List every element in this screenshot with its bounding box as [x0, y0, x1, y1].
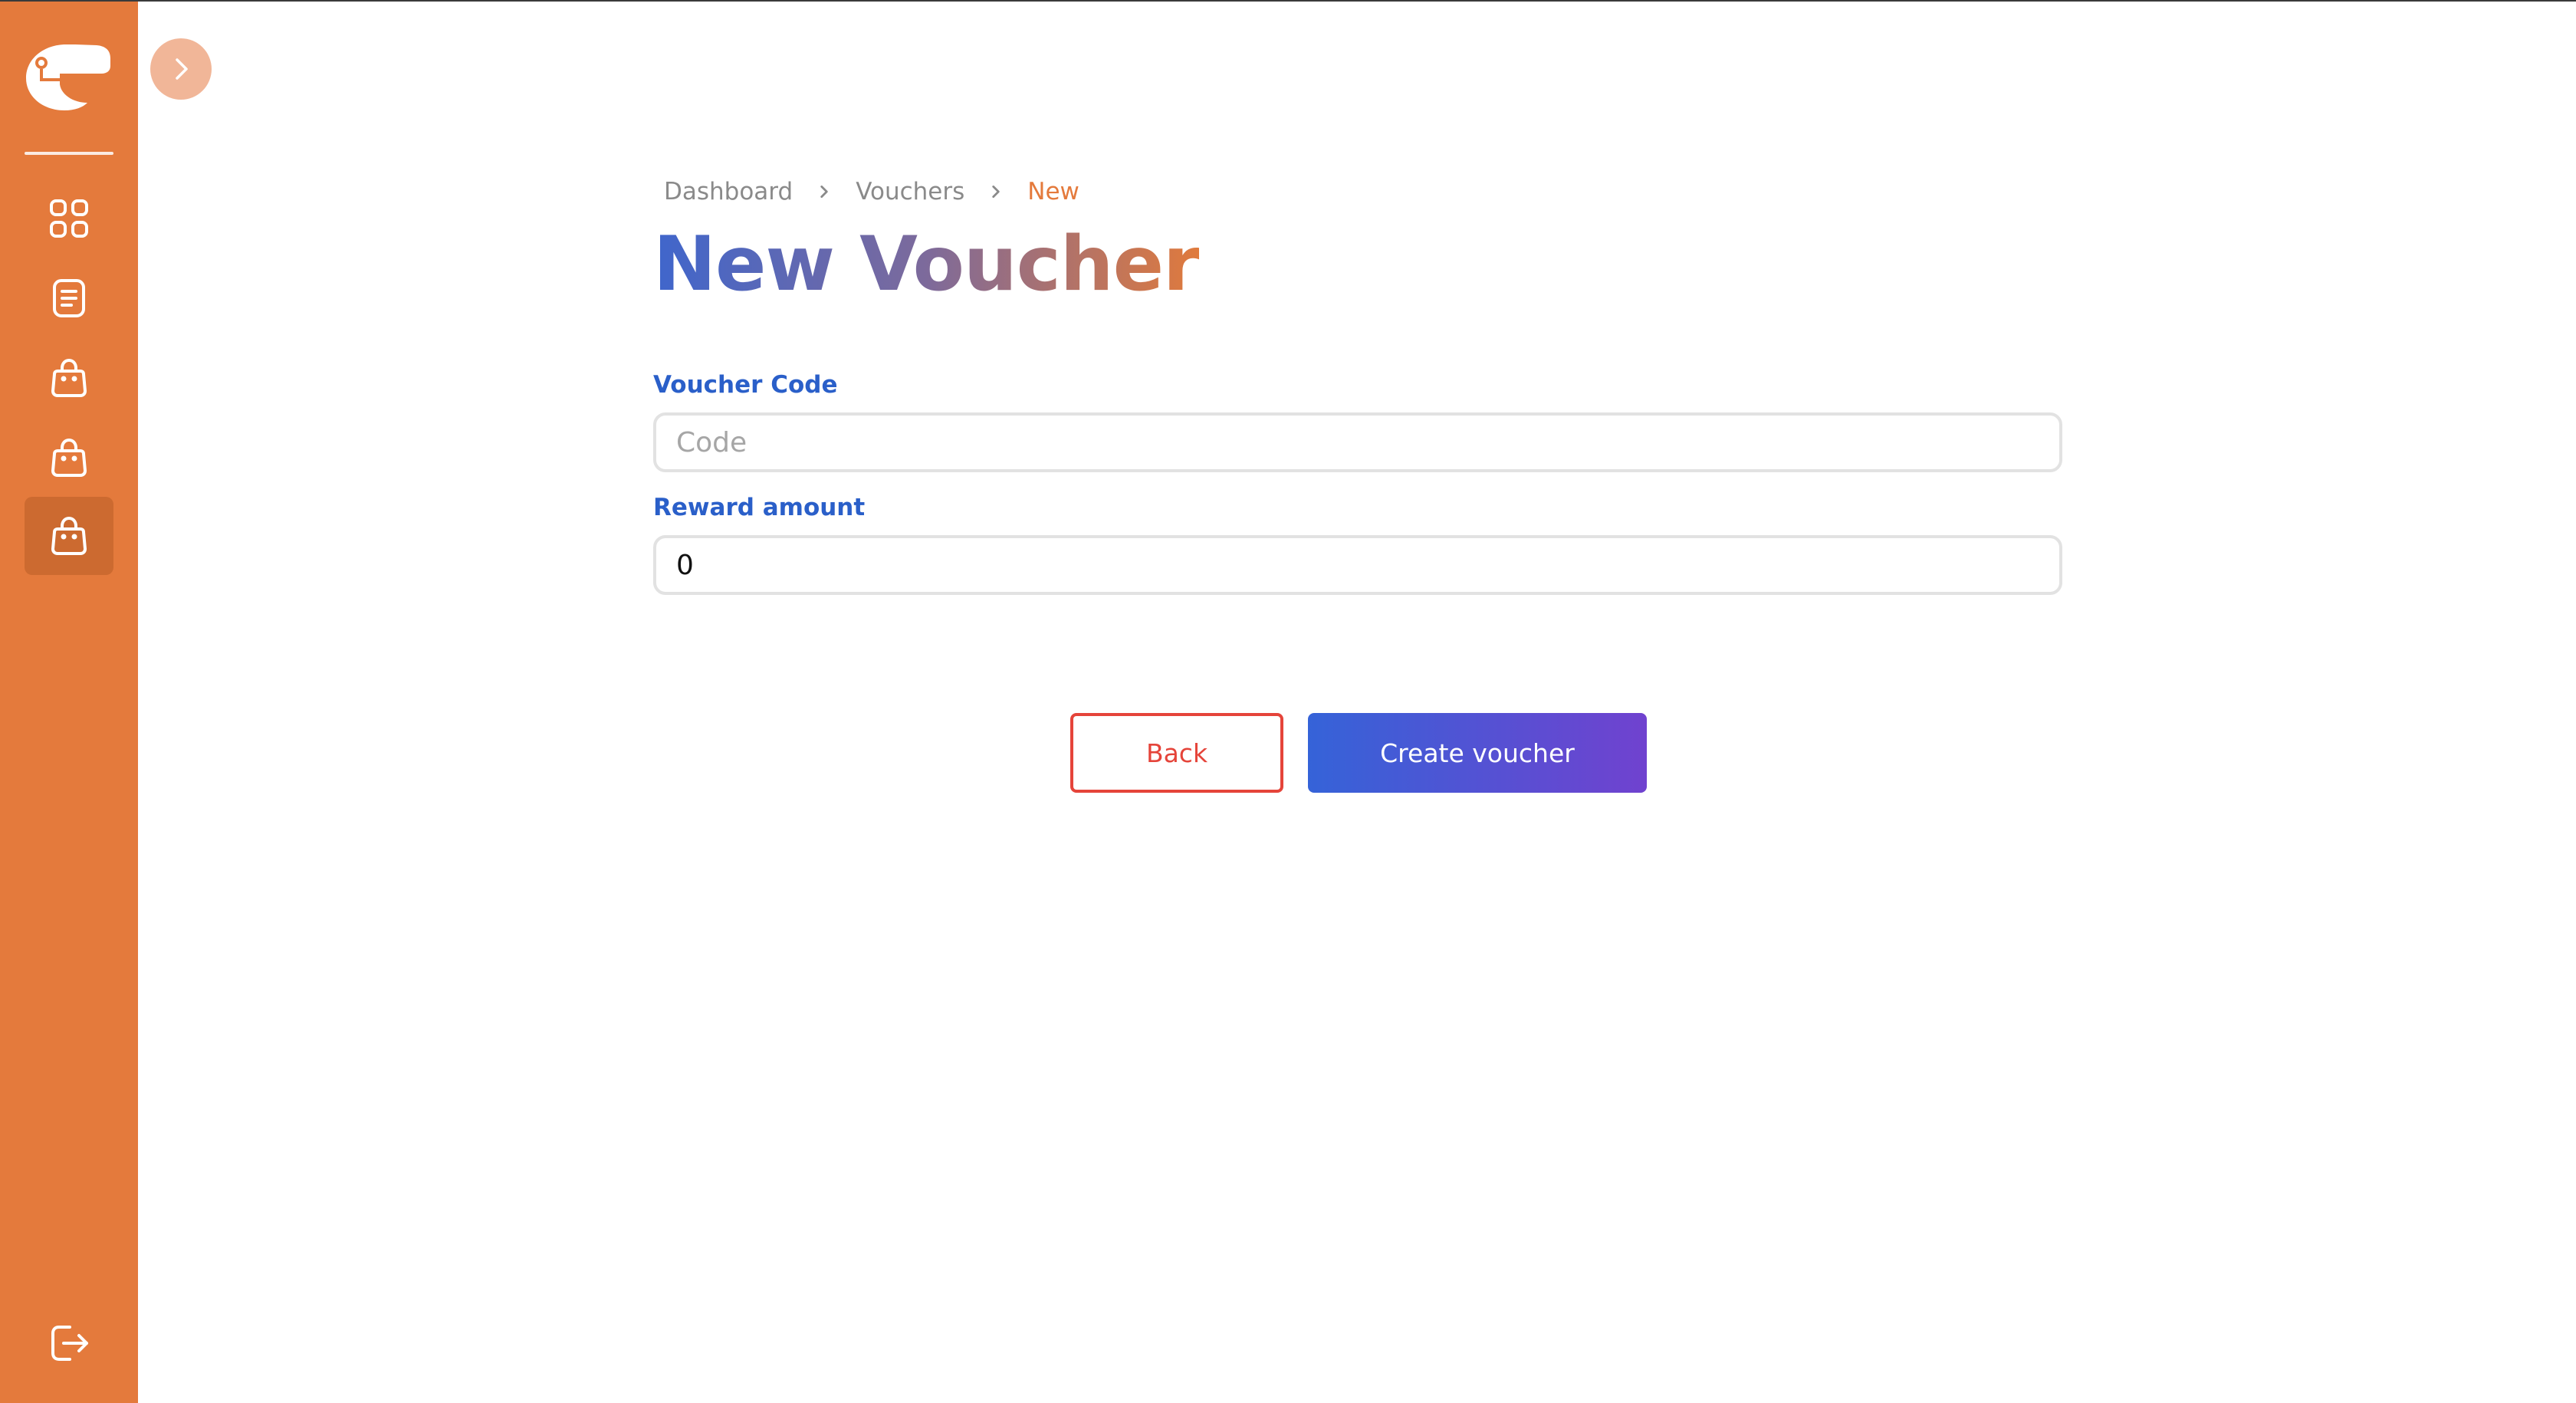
- page-title: New Voucher: [653, 215, 1200, 314]
- breadcrumb: Dashboard Vouchers New: [664, 175, 1079, 209]
- reward-amount-input[interactable]: [653, 535, 2062, 595]
- chevron-right-icon: [816, 183, 833, 200]
- sidebar-item-documents[interactable]: [25, 259, 113, 337]
- breadcrumb-current: New: [1027, 178, 1079, 205]
- window-top-border: [0, 0, 2576, 2]
- back-button[interactable]: Back: [1070, 713, 1283, 793]
- logout-icon: [51, 1326, 88, 1361]
- logout-button[interactable]: [38, 1313, 100, 1374]
- shopping-bag-icon: [51, 358, 87, 397]
- chevron-right-icon: [987, 183, 1004, 200]
- sidebar-toggle-button[interactable]: [150, 38, 212, 100]
- sidebar-item-dashboard[interactable]: [25, 179, 113, 258]
- create-voucher-button[interactable]: Create voucher: [1308, 713, 1647, 793]
- shopping-bag-icon: [51, 516, 87, 555]
- sidebar: [0, 2, 138, 1403]
- voucher-code-label: Voucher Code: [653, 371, 838, 399]
- sidebar-item-shop-1[interactable]: [25, 339, 113, 417]
- grid-icon: [50, 199, 88, 238]
- breadcrumb-vouchers[interactable]: Vouchers: [856, 178, 964, 205]
- sidebar-divider: [25, 152, 113, 155]
- voucher-code-input[interactable]: [653, 412, 2062, 472]
- chevron-right-icon: [176, 58, 188, 80]
- reward-amount-label: Reward amount: [653, 494, 866, 521]
- document-icon: [53, 279, 85, 317]
- sidebar-item-shop-2[interactable]: [25, 419, 113, 497]
- shopping-bag-icon: [51, 438, 87, 477]
- toucan-logo-icon[interactable]: [21, 41, 112, 112]
- breadcrumb-dashboard[interactable]: Dashboard: [664, 178, 793, 205]
- sidebar-item-vouchers[interactable]: [25, 497, 113, 575]
